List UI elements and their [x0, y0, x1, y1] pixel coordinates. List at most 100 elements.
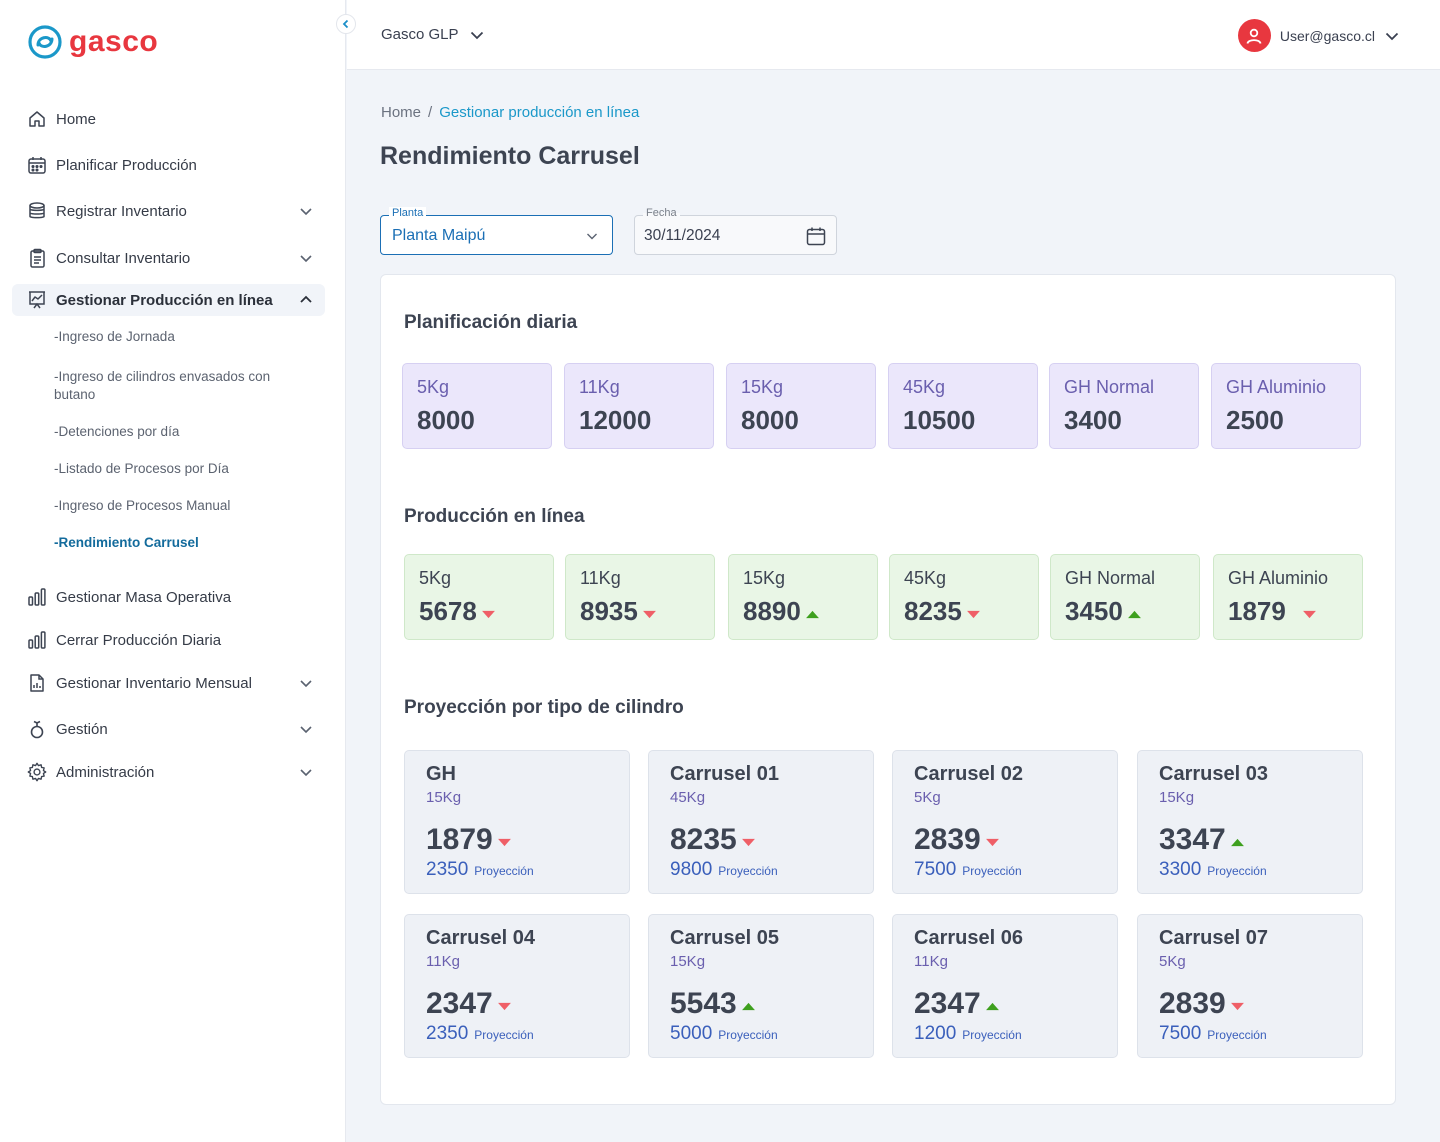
tile-value-number: 8890: [743, 596, 801, 626]
tile-label: 45Kg: [903, 377, 946, 397]
submenu-item-rendimiento-carrusel[interactable]: -Rendimiento Carrusel: [54, 534, 294, 552]
breadcrumb-home[interactable]: Home: [381, 104, 421, 121]
projection-card-title: Carrusel 01: [670, 763, 779, 785]
proyeccion-title: Proyección por tipo de cilindro: [404, 697, 684, 718]
trend-up-icon: [985, 1002, 999, 1010]
projection-card-value: 2839: [914, 823, 1000, 857]
calendar-icon[interactable]: [806, 226, 826, 246]
tile-label: 5Kg: [417, 377, 450, 397]
submenu-item-listado-procesos[interactable]: -Listado de Procesos por Día: [54, 460, 294, 478]
trend-up-icon: [741, 1002, 755, 1010]
projection-card[interactable]: Carrusel 01 45Kg 8235 9800 Proyección: [648, 750, 874, 894]
tile-value-number: 10500: [903, 405, 976, 435]
gasco-logo[interactable]: gasco: [27, 24, 158, 60]
page-title: Rendimiento Carrusel: [380, 142, 640, 170]
projection-card-value: 2839: [1159, 987, 1245, 1021]
projection-card[interactable]: Carrusel 03 15Kg 3347 3300 Proyección: [1137, 750, 1363, 894]
plan-tile: GH Aluminio 2500: [1211, 363, 1361, 449]
sidebar-item-inventario-mensual[interactable]: Gestionar Inventario Mensual: [12, 667, 325, 699]
tile-value: 8235: [904, 596, 981, 627]
trend-up-icon: [1230, 838, 1244, 846]
user-menu[interactable]: User@gasco.cl: [1237, 19, 1400, 52]
sidebar-item-registrar-inventario[interactable]: Registrar Inventario: [12, 195, 325, 227]
sidebar-item-masa-operativa[interactable]: Gestionar Masa Operativa: [12, 581, 325, 613]
planificacion-title: Planificación diaria: [404, 312, 578, 333]
tile-value: 3450: [1065, 596, 1142, 627]
prod-tile: GH Normal 3450: [1050, 554, 1200, 640]
company-selector[interactable]: Gasco GLP: [381, 26, 485, 43]
projection-value-number: 2839: [1159, 987, 1226, 1020]
prod-tile: 15Kg 8890: [728, 554, 878, 640]
projection-target-value: 5000: [670, 1023, 713, 1044]
breadcrumb-current[interactable]: Gestionar producción en línea: [439, 104, 639, 121]
projection-card-subtitle: 15Kg: [426, 789, 462, 806]
prod-tile: 11Kg 8935: [565, 554, 715, 640]
fecha-label: Fecha: [643, 207, 680, 219]
chevron-down-icon[interactable]: [299, 676, 313, 690]
tile-label: GH Normal: [1065, 568, 1156, 588]
sidebar-item-planificar[interactable]: Planificar Producción: [12, 149, 325, 181]
database-icon: [26, 200, 48, 222]
logo-text: gasco: [69, 25, 159, 58]
user-icon: [1246, 28, 1262, 44]
tile-label: 5Kg: [419, 568, 452, 588]
projection-card-value: 1879: [426, 823, 512, 857]
fecha-value: 30/11/2024: [644, 227, 721, 244]
projection-target-label: Proyección: [1207, 1028, 1267, 1042]
sidebar-item-consultar-inventario[interactable]: Consultar Inventario: [12, 242, 325, 274]
chevron-down-icon: [1385, 32, 1399, 40]
projection-card[interactable]: GH 15Kg 1879 2350 Proyección: [404, 750, 630, 894]
chevron-up-icon[interactable]: [299, 293, 313, 307]
projection-target: 9800 Proyección: [670, 859, 778, 881]
submenu-item-detenciones[interactable]: -Detenciones por día: [54, 423, 294, 441]
projection-card-subtitle: 5Kg: [914, 789, 941, 806]
sidebar-item-cerrar-produccion[interactable]: Cerrar Producción Diaria: [12, 624, 325, 656]
company-name: Gasco GLP: [381, 26, 459, 43]
tile-label: 45Kg: [904, 568, 947, 588]
tile-value: 10500: [903, 405, 975, 436]
projection-card[interactable]: Carrusel 02 5Kg 2839 7500 Proyección: [892, 750, 1118, 894]
plan-tile: 11Kg 12000: [564, 363, 714, 449]
sidebar-item-administracion[interactable]: Administración: [12, 756, 325, 788]
tile-value-number: 8000: [417, 405, 475, 435]
tile-label: GH Normal: [1064, 377, 1155, 397]
chevron-left-icon: [342, 19, 349, 29]
sidebar-item-home[interactable]: Home: [12, 103, 325, 135]
projection-card[interactable]: Carrusel 07 5Kg 2839 7500 Proyección: [1137, 914, 1363, 1058]
submenu-item-ingreso-jornada[interactable]: -Ingreso de Jornada: [54, 328, 294, 346]
trend-up-icon: [1127, 610, 1141, 619]
tile-value: 12000: [579, 405, 651, 436]
projection-target-label: Proyección: [718, 1028, 778, 1042]
projection-target-label: Proyección: [474, 1028, 534, 1042]
projection-target-label: Proyección: [718, 864, 778, 878]
projection-card[interactable]: Carrusel 04 11Kg 2347 2350 Proyección: [404, 914, 630, 1058]
trend-up-icon: [805, 610, 819, 619]
projection-card-title: GH: [426, 763, 456, 785]
projection-card-value: 5543: [670, 987, 756, 1021]
projection-card[interactable]: Carrusel 05 15Kg 5543 5000 Proyección: [648, 914, 874, 1058]
tile-value-number: 3450: [1065, 596, 1123, 626]
projection-card-value: 2347: [426, 987, 512, 1021]
submenu-item-ingreso-procesos[interactable]: -Ingreso de Procesos Manual: [54, 497, 294, 515]
sidebar-item-gestion[interactable]: Gestión: [12, 713, 325, 745]
planta-select[interactable]: Planta Planta Maipú: [380, 207, 613, 255]
submenu-item-ingreso-cilindros[interactable]: -Ingreso de cilindros envasados con buta…: [54, 368, 294, 404]
projection-target: 2350 Proyección: [426, 859, 534, 881]
sidebar-item-gestionar-produccion[interactable]: Gestionar Producción en línea: [12, 284, 325, 316]
plan-tile: GH Normal 3400: [1049, 363, 1199, 449]
projection-card-subtitle: 11Kg: [426, 953, 460, 970]
projection-card-subtitle: 15Kg: [1159, 789, 1195, 806]
chevron-down-icon[interactable]: [299, 722, 313, 736]
trend-down-icon: [1302, 610, 1316, 619]
chevron-down-icon[interactable]: [299, 204, 313, 218]
chevron-down-icon[interactable]: [299, 765, 313, 779]
chevron-down-icon[interactable]: [299, 251, 313, 265]
sidebar-item-label: Gestionar Masa Operativa: [56, 588, 232, 606]
chart-board-icon: [26, 289, 48, 311]
collapse-sidebar-button[interactable]: [336, 14, 356, 34]
trend-down-icon: [481, 610, 495, 619]
projection-card-subtitle: 5Kg: [1159, 953, 1186, 970]
projection-card[interactable]: Carrusel 06 11Kg 2347 1200 Proyección: [892, 914, 1118, 1058]
fecha-field[interactable]: Fecha 30/11/2024: [634, 207, 837, 255]
projection-target: 1200 Proyección: [914, 1023, 1022, 1045]
